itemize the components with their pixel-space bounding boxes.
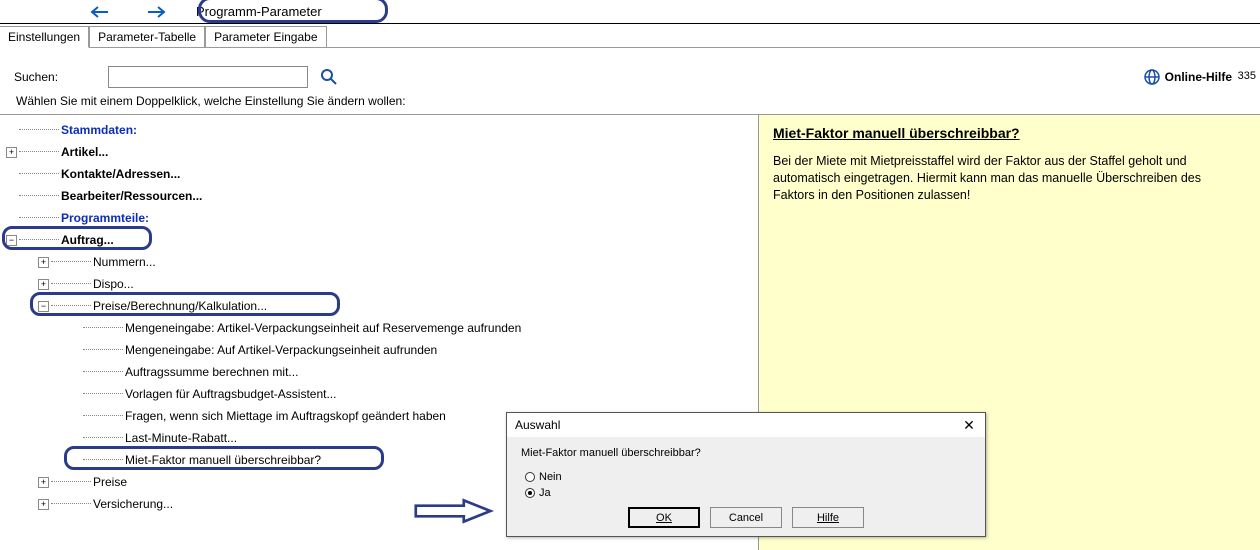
tree-item-kontakte[interactable]: Kontakte/Adressen... — [0, 163, 758, 185]
tree-item-auftrag[interactable]: − Auftrag... — [0, 229, 758, 251]
help-button[interactable]: Hilfe — [792, 507, 864, 528]
tree-item-auftragssumme[interactable]: Auftragssumme berechnen mit... — [0, 361, 758, 383]
tab-bar: Einstellungen Parameter-Tabelle Paramete… — [0, 24, 1260, 48]
collapse-icon[interactable]: − — [38, 301, 49, 312]
tab-parameter-eingabe[interactable]: Parameter Eingabe — [205, 26, 326, 47]
info-body: Bei der Miete mit Mietpreisstaffel wird … — [773, 153, 1246, 204]
tree-cat-stammdaten[interactable]: Stammdaten: — [0, 119, 758, 141]
cancel-button[interactable]: Cancel — [710, 507, 782, 528]
search-row: Suchen: Online-Hilfe 335 — [0, 48, 1260, 94]
back-button[interactable] — [90, 4, 110, 20]
forward-button[interactable] — [146, 4, 166, 20]
collapse-icon[interactable]: − — [6, 235, 17, 246]
tab-einstellungen[interactable]: Einstellungen — [0, 26, 89, 48]
tree-item-artikel[interactable]: + Artikel... — [0, 141, 758, 163]
tree-item-bearbeiter[interactable]: Bearbeiter/Ressourcen... — [0, 185, 758, 207]
search-icon[interactable] — [320, 68, 338, 86]
tree-item-vorlagen[interactable]: Vorlagen für Auftragsbudget-Assistent... — [0, 383, 758, 405]
expand-icon[interactable]: + — [38, 279, 49, 290]
search-label: Suchen: — [14, 70, 58, 84]
dialog-question: Miet-Faktor manuell überschreibbar? — [521, 447, 971, 459]
radio-ja-label: Ja — [539, 487, 551, 499]
search-input[interactable] — [108, 66, 308, 88]
tree-item-preise-berechnung[interactable]: − Preise/Berechnung/Kalkulation... — [0, 295, 758, 317]
tree-item-mengen2[interactable]: Mengeneingabe: Auf Artikel-Verpackungsei… — [0, 339, 758, 361]
online-help-label: Online-Hilfe — [1165, 70, 1232, 84]
tree-item-nummern[interactable]: + Nummern... — [0, 251, 758, 273]
radio-nein-label: Nein — [539, 471, 562, 483]
ok-button[interactable]: OK — [628, 507, 700, 528]
expand-icon[interactable]: + — [38, 477, 49, 488]
expand-icon[interactable]: + — [38, 257, 49, 268]
radio-icon — [525, 472, 535, 482]
page-title: Programm-Parameter — [186, 2, 332, 21]
toolbar: Programm-Parameter — [0, 0, 1260, 24]
radio-ja[interactable]: Ja — [525, 487, 971, 499]
radio-nein[interactable]: Nein — [525, 471, 971, 483]
dialog-titlebar: Auswahl ✕ — [507, 413, 985, 437]
online-help-link[interactable]: Online-Hilfe — [1143, 68, 1232, 86]
close-icon[interactable]: ✕ — [961, 417, 977, 433]
tree-item-mengen1[interactable]: Mengeneingabe: Artikel-Verpackungseinhei… — [0, 317, 758, 339]
dialog-title: Auswahl — [515, 418, 560, 432]
dialog-auswahl: Auswahl ✕ Miet-Faktor manuell überschrei… — [506, 412, 986, 537]
globe-icon — [1143, 68, 1161, 86]
info-title: Miet-Faktor manuell überschreibbar? — [773, 125, 1246, 141]
tab-parameter-tabelle[interactable]: Parameter-Tabelle — [89, 26, 205, 47]
tree-item-dispo[interactable]: + Dispo... — [0, 273, 758, 295]
page-number: 335 — [1238, 70, 1256, 82]
expand-icon[interactable]: + — [38, 499, 49, 510]
radio-icon — [525, 488, 535, 498]
hint-text: Wählen Sie mit einem Doppelklick, welche… — [0, 94, 1260, 114]
tree-cat-programmteile[interactable]: Programmteile: — [0, 207, 758, 229]
expand-icon[interactable]: + — [6, 147, 17, 158]
